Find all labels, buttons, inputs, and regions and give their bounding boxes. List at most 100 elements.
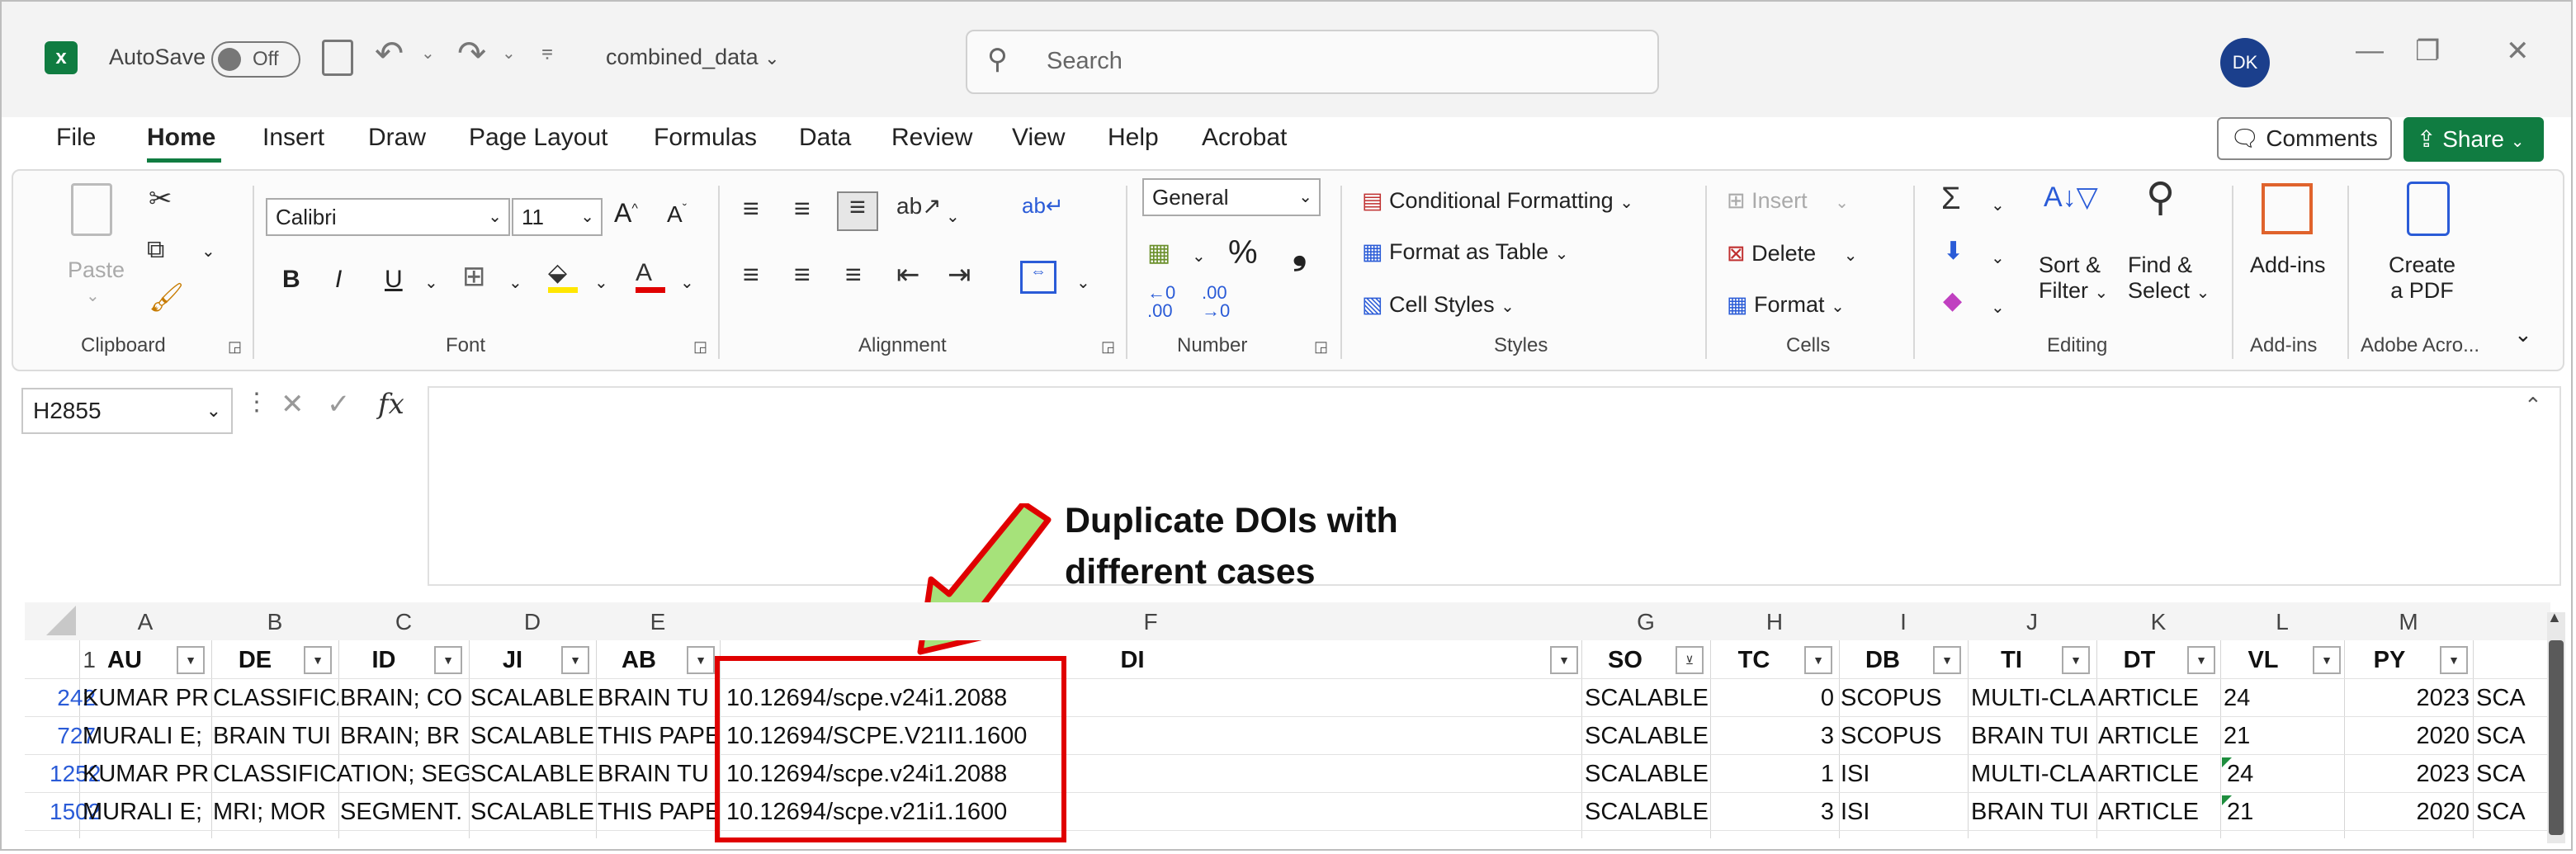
cell-n[interactable]: SCA <box>2476 718 2526 754</box>
accounting-dropdown-icon[interactable]: ⌄ <box>1192 246 1206 267</box>
align-middle-icon[interactable]: ≡ <box>794 195 811 223</box>
filter-dropdown-icon[interactable]: ▼ <box>2313 646 2341 674</box>
cell-n[interactable]: SCA <box>2476 756 2526 792</box>
tab-draw[interactable]: Draw <box>368 124 426 152</box>
cell-ti[interactable]: MULTI-CLA <box>1971 756 2096 792</box>
cell-au[interactable]: MURALI E; <box>83 718 211 754</box>
column-header-f[interactable]: F <box>720 609 1581 639</box>
conditional-formatting-button[interactable]: ▤ Conditional Formatting ⌄ <box>1362 188 1633 214</box>
header-cell[interactable]: JI <box>469 642 556 678</box>
copy-dropdown-icon[interactable]: ⌄ <box>201 241 215 262</box>
cell-ti[interactable]: BRAIN TUI <box>1971 794 2096 830</box>
filter-dropdown-icon[interactable]: ▼ <box>561 646 589 674</box>
cell-au[interactable]: KUMAR PR <box>83 756 211 792</box>
font-launcher-icon[interactable]: ◲ <box>693 338 707 356</box>
borders-icon[interactable]: ⊞ <box>462 262 486 290</box>
cell-vl[interactable]: 21 <box>2224 718 2342 754</box>
autosave-toggle[interactable]: Off <box>211 41 300 78</box>
header-cell[interactable]: DT <box>2096 642 2182 678</box>
cell-ti[interactable]: MULTI-CLA <box>1971 680 2096 716</box>
paste-label[interactable]: Paste <box>68 257 125 283</box>
cell-n[interactable]: SCA <box>2476 680 2526 716</box>
header-cell[interactable]: TI <box>1968 642 2055 678</box>
column-header-b[interactable]: B <box>211 609 338 639</box>
cell-n[interactable]: SCA <box>2476 794 2526 830</box>
autosum-dropdown-icon[interactable]: ⌄ <box>1991 195 2005 215</box>
number-launcher-icon[interactable]: ◲ <box>1314 338 1328 356</box>
italic-button[interactable]: I <box>335 266 342 294</box>
cell-db[interactable]: SCOPUS <box>1841 718 1966 754</box>
cut-icon[interactable]: ✂ <box>149 185 173 213</box>
font-color-dropdown-icon[interactable]: ⌄ <box>680 272 694 293</box>
underline-dropdown-icon[interactable]: ⌄ <box>424 272 438 293</box>
cell-id[interactable]: BRAIN; CO <box>340 680 469 716</box>
collapse-ribbon-icon[interactable]: ⌄ <box>2514 322 2532 347</box>
fill-icon[interactable]: ⬇ <box>1943 239 1964 264</box>
cell-so[interactable]: SCALABLE <box>1585 794 1712 830</box>
cell-vl[interactable]: 24 <box>2224 680 2342 716</box>
comma-style-button[interactable]: ❟ <box>1293 231 1307 272</box>
tab-data[interactable]: Data <box>799 124 851 152</box>
file-name[interactable]: combined_data ⌄ <box>606 45 780 70</box>
cell-vl[interactable]: 21 <box>2227 794 2342 830</box>
cell-tc[interactable]: 3 <box>1712 794 1834 830</box>
filter-dropdown-icon[interactable]: ▼ <box>1804 646 1832 674</box>
column-header-e[interactable]: E <box>596 609 720 639</box>
avatar[interactable]: DK <box>2220 38 2270 87</box>
add-ins-icon[interactable] <box>2262 183 2313 234</box>
find-select-icon[interactable]: ⚲ <box>2146 178 2175 218</box>
increase-decimal-icon[interactable]: ←0.00 <box>1147 284 1175 320</box>
header-cell[interactable]: AU <box>79 642 170 678</box>
decrease-font-icon[interactable]: Aˇ <box>667 201 687 228</box>
cell-db[interactable]: ISI <box>1841 794 1966 830</box>
cell-py[interactable]: 2020 <box>2346 718 2470 754</box>
close-icon[interactable]: ✕ <box>2506 35 2530 68</box>
bold-button[interactable]: B <box>282 266 300 294</box>
name-box[interactable]: H2855 ⌄ <box>21 388 233 434</box>
header-cell[interactable]: TC <box>1710 642 1798 678</box>
filter-dropdown-icon[interactable]: ▼ <box>1933 646 1961 674</box>
scroll-up-icon[interactable]: ▲ <box>2547 609 2562 626</box>
underline-button[interactable]: U <box>385 266 403 294</box>
cell-au[interactable]: KUMAR PR <box>83 680 211 716</box>
cell-so[interactable]: SCALABLE <box>1585 718 1712 754</box>
wrap-text-icon[interactable]: ab↵ <box>1022 195 1064 216</box>
header-cell[interactable]: DB <box>1839 642 1926 678</box>
filter-dropdown-icon[interactable]: ▼ <box>304 646 332 674</box>
orientation-dropdown-icon[interactable]: ⌄ <box>946 206 960 227</box>
align-right-icon[interactable]: ≡ <box>845 261 862 289</box>
align-center-icon[interactable]: ≡ <box>794 261 811 289</box>
cell-de[interactable]: BRAIN TUI <box>213 718 338 754</box>
scrollbar-thumb[interactable] <box>2549 640 2564 835</box>
orientation-icon[interactable]: ab↗ <box>896 195 942 218</box>
align-top-icon[interactable]: ≡ <box>743 195 759 223</box>
filter-dropdown-icon[interactable]: ▼ <box>2440 646 2468 674</box>
increase-indent-icon[interactable]: ⇥ <box>948 261 971 289</box>
share-button[interactable]: ⇪ Share ⌄ <box>2403 117 2544 162</box>
header-cell[interactable]: PY <box>2344 642 2435 678</box>
redo-dropdown-icon[interactable]: ⌄ <box>502 43 516 64</box>
column-header-m[interactable]: M <box>2344 609 2473 639</box>
column-header-g[interactable]: G <box>1581 609 1710 639</box>
find-select-label[interactable]: Find & Select ⌄ <box>2128 252 2210 304</box>
font-size-select[interactable]: 11 ⌄ <box>512 198 603 236</box>
column-header-i[interactable]: I <box>1839 609 1968 639</box>
font-color-icon[interactable]: A <box>636 261 665 293</box>
cell-ab[interactable]: THIS PAPE <box>598 718 718 754</box>
undo-icon[interactable]: ↶ <box>375 33 404 73</box>
sort-filter-label[interactable]: Sort & Filter ⌄ <box>2039 252 2108 304</box>
comments-button[interactable]: 🗨 Comments <box>2217 117 2392 160</box>
header-cell[interactable]: AB <box>596 642 682 678</box>
cell-py[interactable]: 2020 <box>2346 794 2470 830</box>
filter-dropdown-icon[interactable]: ▼ <box>2187 646 2215 674</box>
clipboard-launcher-icon[interactable]: ◲ <box>228 338 242 356</box>
tab-help[interactable]: Help <box>1108 124 1159 152</box>
cell-db[interactable]: ISI <box>1841 756 1966 792</box>
clear-icon[interactable]: ◆ <box>1943 289 1962 314</box>
confirm-entry-icon[interactable]: ✓ <box>327 388 351 421</box>
header-cell[interactable]: VL <box>2220 642 2306 678</box>
cell-styles-button[interactable]: ▧ Cell Styles ⌄ <box>1362 292 1515 318</box>
font-name-select[interactable]: Calibri ⌄ <box>266 198 510 236</box>
clear-dropdown-icon[interactable]: ⌄ <box>1991 297 2005 318</box>
filter-dropdown-icon[interactable]: ▼ <box>177 646 205 674</box>
